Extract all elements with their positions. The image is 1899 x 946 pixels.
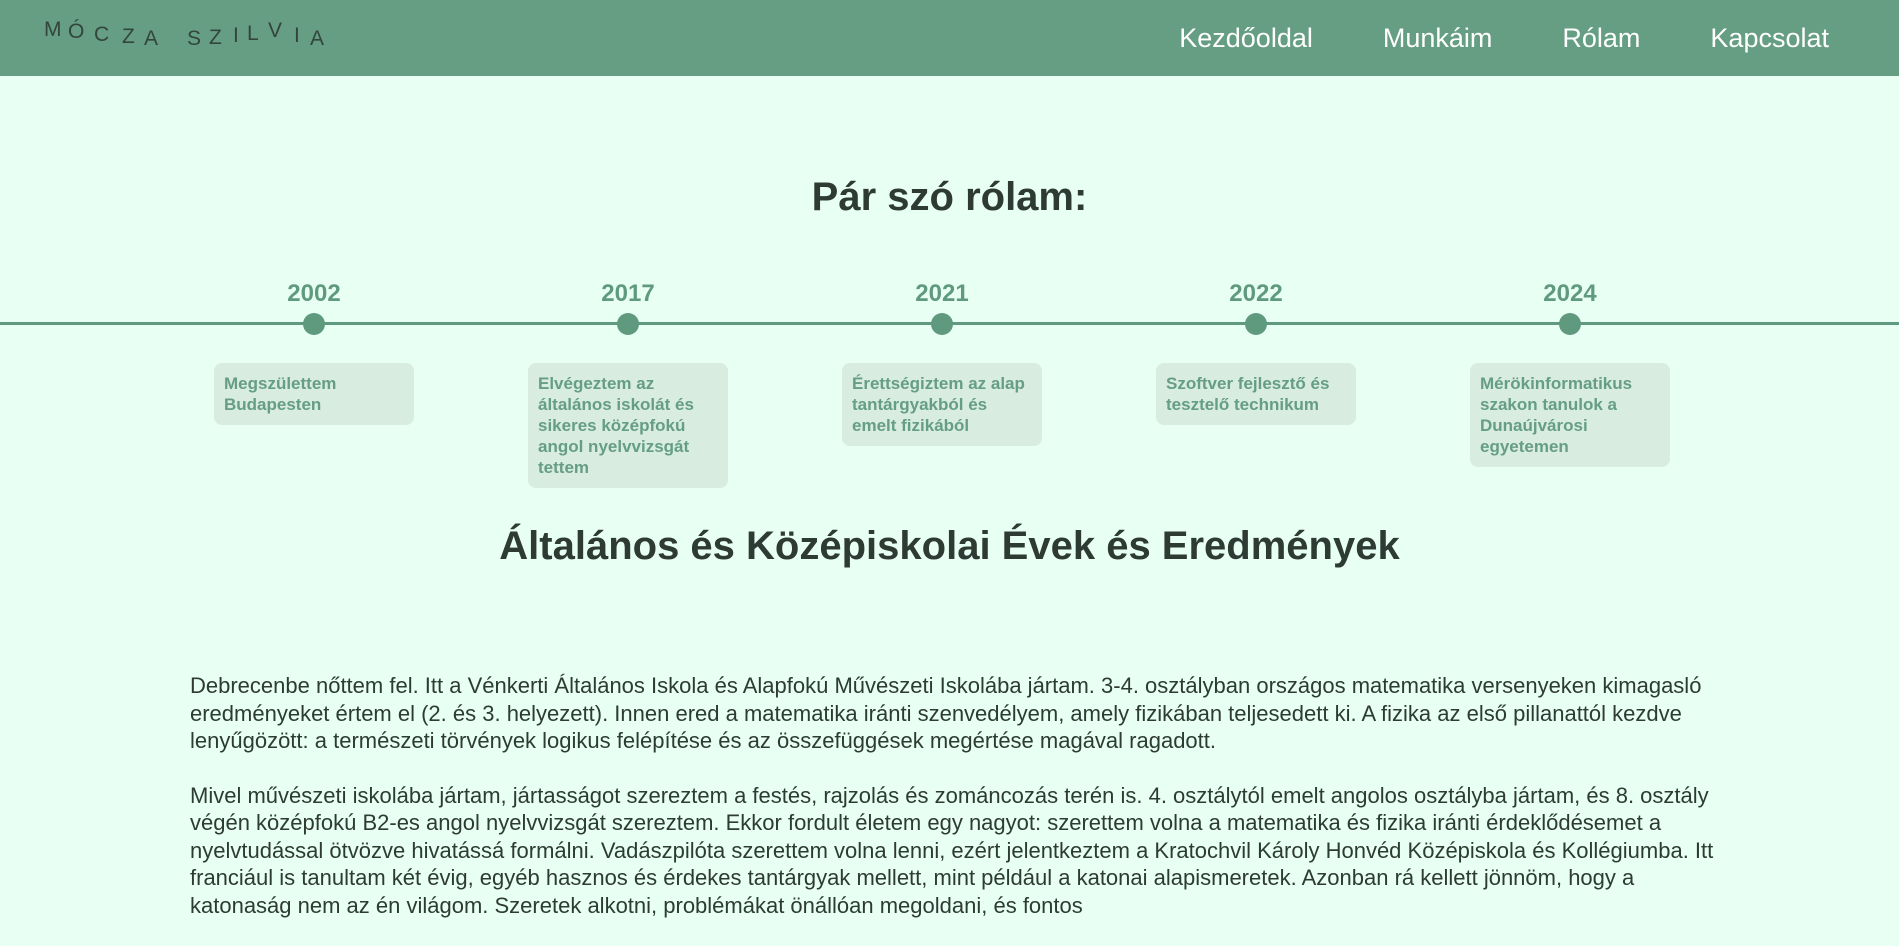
nav-about[interactable]: Rólam (1562, 23, 1640, 54)
logo-letter: M (44, 18, 62, 41)
timeline-year: 2021 (915, 280, 969, 307)
timeline-card: Megszülettem Budapesten (214, 363, 414, 425)
section-title: Általános és Középiskolai Évek és Eredmé… (499, 524, 1400, 568)
timeline-year: 2022 (1229, 280, 1283, 307)
logo-letter: A (144, 27, 159, 50)
nav-contact[interactable]: Kapcsolat (1710, 23, 1829, 54)
timeline-dot (1559, 313, 1581, 335)
timeline-year: 2024 (1543, 280, 1597, 307)
timeline-dot (617, 313, 639, 335)
timeline-dot (1245, 313, 1267, 335)
timeline-card: Mérökinformatikus szakon tanulok a Dunaú… (1470, 363, 1670, 467)
about-text: Debrecenbe nőttem fel. Itt a Vénkerti Ál… (190, 672, 1715, 946)
paragraph: Debrecenbe nőttem fel. Itt a Vénkerti Ál… (190, 673, 1702, 753)
nav-home[interactable]: Kezdőoldal (1179, 23, 1313, 54)
timeline-year: 2002 (287, 280, 341, 307)
page-title: Pár szó rólam: (811, 175, 1088, 219)
top-navbar: M Ó C Z A S Z I L V I A Kezdőoldal Munká… (0, 0, 1899, 76)
main-nav: Kezdőoldal Munkáim Rólam Kapcsolat (1109, 0, 1829, 76)
logo-letter: L (247, 22, 259, 45)
logo-letter: I (233, 24, 239, 47)
logo-letter: C (94, 23, 110, 46)
logo-letter: V (268, 19, 283, 42)
logo-letter: I (294, 24, 300, 47)
timeline-year: 2017 (601, 280, 655, 307)
timeline-card: Elvégeztem az általános iskolát és siker… (528, 363, 728, 488)
timeline-dot (931, 313, 953, 335)
nav-works[interactable]: Munkáim (1383, 23, 1493, 54)
timeline-dot (303, 313, 325, 335)
logo-letter: Ó (68, 20, 85, 43)
logo-letter: Z (122, 25, 135, 48)
timeline-card: Szoftver fejlesztő és tesztelő technikum (1156, 363, 1356, 425)
logo-letter: S (187, 27, 202, 50)
paragraph: Mivel művészeti iskolába jártam, jártass… (190, 782, 1714, 918)
logo-letter: A (310, 27, 325, 50)
logo-letter: Z (209, 26, 222, 49)
timeline-card: Érettségiztem az alap tantárgyakból és e… (842, 363, 1042, 446)
site-logo[interactable]: M Ó C Z A S Z I L V I A (44, 14, 344, 54)
